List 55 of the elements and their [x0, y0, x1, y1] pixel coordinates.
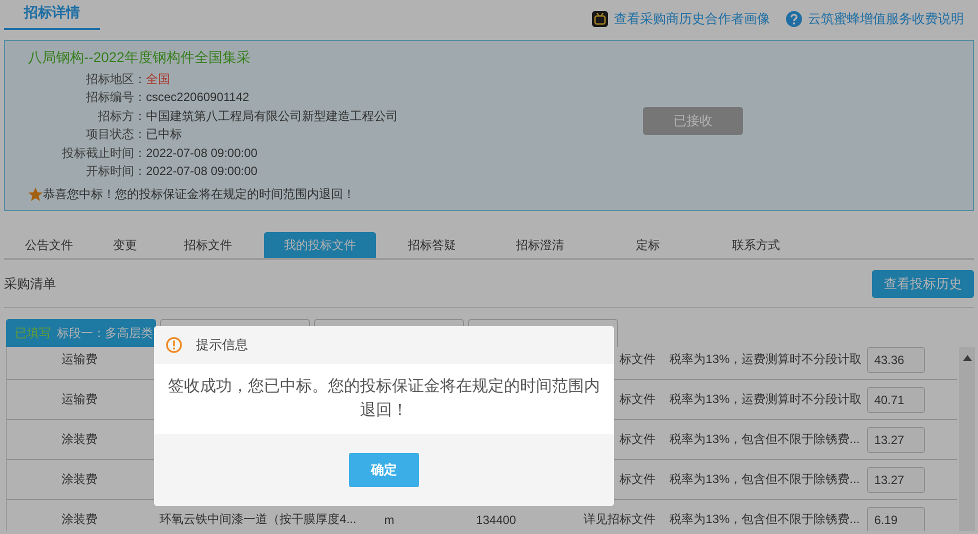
field-value: 中国建筑第八工程局有限公司新型建造工程公司: [146, 108, 399, 124]
tab[interactable]: 招标文件: [156, 232, 260, 258]
scroll-up-icon: [962, 355, 972, 361]
file-cell: 标文件: [620, 391, 656, 408]
tab[interactable]: 招标答疑: [380, 232, 484, 258]
tv-icon: [592, 11, 608, 27]
help-icon: [786, 11, 802, 27]
tab[interactable]: 变更: [98, 232, 152, 258]
description-cell: 环氧云铁中间漆一道（按干膜厚度4...: [160, 511, 356, 528]
field-value: cscec22060901142: [146, 89, 250, 106]
tab[interactable]: 招标澄清: [488, 232, 592, 258]
price-field[interactable]: 6.19: [867, 506, 926, 531]
price-field[interactable]: 43.36: [867, 347, 926, 372]
quantity-cell: 134400: [476, 512, 516, 526]
section-label: 标段一：多高层类: [57, 325, 153, 342]
note-cell: 税率为13%，运费测算时不分段计取: [670, 391, 862, 408]
unit-cell: m: [384, 512, 394, 526]
field-value: 已中标: [146, 126, 183, 143]
tender-title: 八局钢构--2022年度钢构件全国集采: [28, 48, 252, 66]
note-cell: 税率为13%，包含但不限于除锈费...: [670, 431, 860, 448]
price-field[interactable]: 40.71: [867, 386, 926, 412]
item-name-cell: 涂装费: [61, 431, 98, 448]
field-label: 招标编号：: [85, 89, 146, 106]
file-cell: 标文件: [620, 471, 656, 488]
note-cell: 税率为13%，运费测算时不分段计取: [670, 351, 862, 368]
item-name-cell: 运输费: [61, 351, 98, 368]
tab[interactable]: 联系方式: [704, 232, 808, 258]
tab[interactable]: 定标: [596, 232, 700, 258]
item-name-cell: 涂装费: [61, 471, 98, 488]
item-name-cell: 涂装费: [61, 511, 98, 528]
dialog-message: 签收成功，您已中标。您的投标保证金将在规定的时间范围内退回！: [167, 376, 601, 421]
congratulation-text: 恭喜您中标！您的投标保证金将在规定的时间范围内退回！: [43, 186, 355, 202]
file-cell: 详见招标文件: [584, 511, 656, 528]
warning-icon: [166, 337, 182, 353]
field-label: 招标地区：: [85, 70, 146, 88]
note-cell: 税率为13%，包含但不限于除锈费...: [670, 511, 860, 528]
field-value: 2022-07-08 09:00:00: [146, 144, 258, 162]
file-cell: 标文件: [620, 431, 656, 448]
price-field[interactable]: 13.27: [867, 466, 926, 492]
dialog-title: 提示信息: [196, 336, 248, 354]
section-title: 采购清单: [4, 275, 56, 293]
scrollbar[interactable]: [959, 347, 975, 531]
item-name-cell: 运输费: [61, 391, 98, 408]
star-icon: [28, 186, 43, 202]
field-label: 项目状态：: [85, 126, 146, 143]
field-value: 2022-07-08 09:00:00: [146, 163, 258, 180]
field-label: 投标截止时间：: [61, 144, 146, 162]
field-label: 开标时间：: [85, 163, 146, 180]
field-label: 招标方：: [97, 108, 146, 124]
file-cell: 标文件: [620, 351, 656, 368]
tab[interactable]: 公告文件: [4, 232, 94, 258]
price-field[interactable]: 13.27: [867, 426, 926, 452]
field-value: 全国: [146, 70, 171, 88]
note-cell: 税率为13%，包含但不限于除锈费...: [670, 471, 860, 488]
filled-status: 已填写: [15, 325, 51, 342]
